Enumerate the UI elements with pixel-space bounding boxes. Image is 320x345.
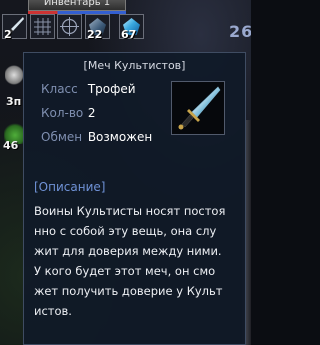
background-label: 3п xyxy=(6,95,22,108)
inventory-slot-1[interactable]: 2 xyxy=(2,14,27,41)
game-screen: Инвентарь 1 2 22 67 260 3п 46 [Меч Культ… xyxy=(0,0,251,345)
slot-count: 2 xyxy=(4,28,12,41)
item-description: Воины Культисты носят постоя нно с собой… xyxy=(34,201,244,321)
crosshair-icon xyxy=(60,17,79,36)
inventory-slot-4[interactable]: 22 xyxy=(85,14,110,41)
property-value: Трофей xyxy=(87,82,136,96)
property-value: 2 xyxy=(87,106,96,120)
description-line: У кого будет этот меч, он смо xyxy=(34,264,216,278)
property-value: Возможен xyxy=(87,130,153,144)
slot-count: 22 xyxy=(87,28,103,41)
inventory-tab[interactable]: Инвентарь 1 xyxy=(28,0,126,11)
description-line: жет получить доверие у Культ xyxy=(34,284,223,298)
description-line: Воины Культисты носят постоя xyxy=(34,204,226,218)
item-name: [Меч Культистов] xyxy=(83,59,186,72)
property-key: Класс xyxy=(41,82,78,96)
side-number: 260 xyxy=(229,22,251,41)
inventory-slot-3[interactable] xyxy=(57,14,82,39)
background-label: 46 xyxy=(3,139,19,152)
description-line: истов. xyxy=(34,304,72,318)
property-row-exchange: Обмен Возможен xyxy=(41,130,152,144)
cultist-sword-icon xyxy=(178,86,221,130)
property-key: Кол-во xyxy=(41,106,84,120)
item-image-frame xyxy=(171,81,225,135)
property-row-class: Класс Трофей xyxy=(41,82,136,96)
description-line: жит для доверия между ними. xyxy=(34,244,222,258)
grid-icon xyxy=(34,18,51,35)
item-tooltip: [Меч Культистов] Класс Трофей Кол-во 2 О… xyxy=(23,52,246,345)
inventory-slot-5[interactable]: 67 xyxy=(119,14,144,41)
orb-icon xyxy=(5,64,23,86)
description-line: нно с собой эту вещь, она слу xyxy=(34,224,217,238)
property-row-quantity: Кол-во 2 xyxy=(41,106,95,120)
property-key: Обмен xyxy=(41,130,83,144)
inventory-slot-2[interactable] xyxy=(30,14,55,39)
slot-count: 67 xyxy=(121,28,137,41)
description-header: [Описание] xyxy=(34,180,106,194)
